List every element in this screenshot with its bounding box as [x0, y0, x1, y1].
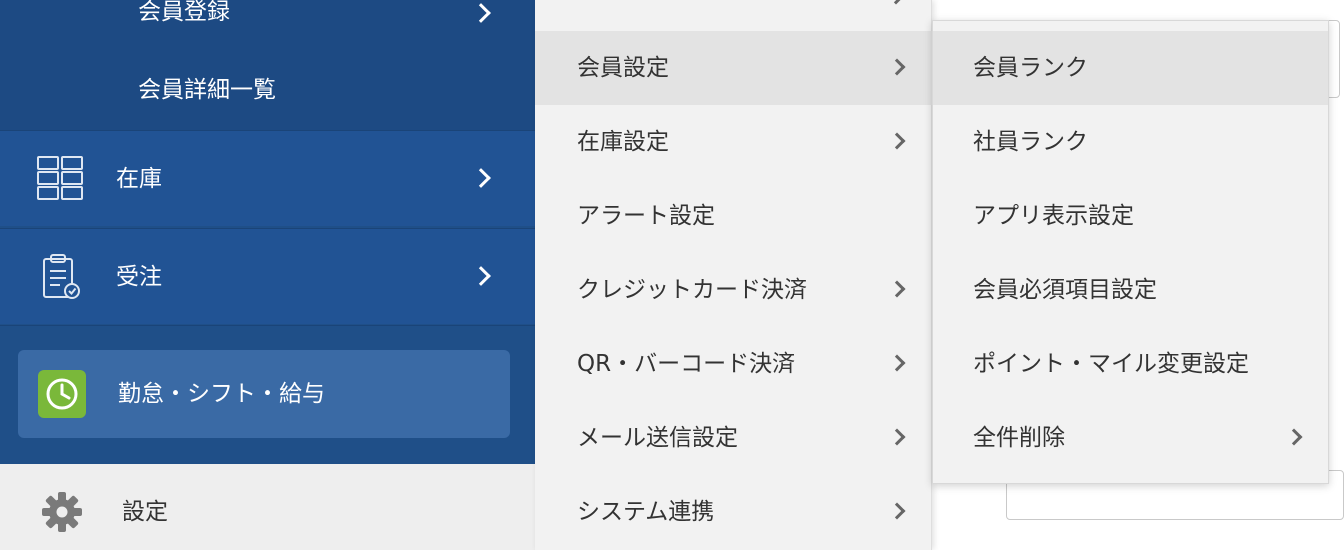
menu-item-label: アラート設定	[577, 203, 715, 229]
menu-item-app-display[interactable]: アプリ表示設定	[933, 179, 1328, 253]
menu-item-credit-card[interactable]: クレジットカード決済	[535, 253, 932, 327]
menu-item-label: 会員ランク	[973, 55, 1088, 81]
settings-menu: 会員設定 在庫設定 アラート設定 クレジットカード決済 QR・バーコード決済 メ…	[535, 0, 932, 550]
menu-item-system-integration[interactable]: システム連携	[535, 475, 932, 549]
sidebar-item-label: 設定	[122, 499, 168, 525]
sidebar-subitem-member-register[interactable]: 会員登録	[0, 0, 535, 40]
menu-item-partial-top[interactable]	[535, 0, 932, 30]
menu-item-label: 会員設定	[577, 55, 669, 81]
menu-item-label: 全件削除	[973, 425, 1065, 451]
menu-item-member-settings[interactable]: 会員設定	[535, 31, 932, 105]
chevron-right-icon	[888, 58, 906, 76]
chevron-right-icon	[888, 428, 906, 446]
sidebar-item-orders[interactable]: 受注	[0, 228, 535, 324]
menu-item-label: システム連携	[577, 499, 715, 525]
menu-item-label: 在庫設定	[577, 129, 669, 155]
sidebar-item-attendance[interactable]: 勤怠・シフト・給与	[18, 350, 510, 438]
menu-item-employee-rank[interactable]: 社員ランク	[933, 105, 1328, 179]
menu-item-point-mile[interactable]: ポイント・マイル変更設定	[933, 327, 1328, 401]
menu-item-label: ポイント・マイル変更設定	[973, 351, 1249, 377]
sidebar-item-label: 勤怠・シフト・給与	[118, 381, 325, 407]
chevron-right-icon	[471, 266, 491, 286]
chevron-right-icon	[888, 502, 906, 520]
menu-item-label: QR・バーコード決済	[577, 351, 796, 377]
menu-item-delete-all[interactable]: 全件削除	[933, 401, 1328, 475]
sidebar-subitem-label: 会員登録	[138, 0, 230, 25]
menu-item-label: 社員ランク	[973, 129, 1088, 155]
sidebar-item-settings[interactable]: 設定	[0, 464, 535, 550]
menu-item-mail-settings[interactable]: メール送信設定	[535, 401, 932, 475]
menu-item-inventory-settings[interactable]: 在庫設定	[535, 105, 932, 179]
gear-icon	[42, 492, 82, 532]
chevron-right-icon	[471, 3, 491, 23]
menu-item-member-rank[interactable]: 会員ランク	[933, 31, 1328, 105]
menu-item-label: メール送信設定	[577, 425, 738, 451]
sidebar-subitem-member-list[interactable]: 会員詳細一覧	[0, 68, 535, 112]
menu-item-qr-payment[interactable]: QR・バーコード決済	[535, 327, 932, 401]
menu-item-alert-settings[interactable]: アラート設定	[535, 179, 932, 253]
chevron-right-icon	[888, 354, 906, 372]
sidebar-submenu: 会員登録 会員詳細一覧	[0, 0, 535, 130]
member-settings-submenu: 会員ランク 社員ランク アプリ表示設定 会員必須項目設定 ポイント・マイル変更設…	[932, 20, 1329, 484]
clipboard-icon	[43, 254, 80, 299]
sidebar-item-label: 受注	[116, 264, 162, 290]
sidebar-item-label: 在庫	[116, 166, 162, 192]
sidebar-item-inventory[interactable]: 在庫	[0, 130, 535, 226]
menu-item-label: アプリ表示設定	[973, 203, 1134, 229]
chevron-right-icon	[887, 0, 905, 5]
menu-item-required-fields[interactable]: 会員必須項目設定	[933, 253, 1328, 327]
menu-item-label: 会員必須項目設定	[973, 277, 1157, 303]
menu-item-label: クレジットカード決済	[577, 277, 807, 303]
chevron-right-icon	[888, 132, 906, 150]
chevron-right-icon	[471, 168, 491, 188]
sidebar: 会員登録 会員詳細一覧 在庫 受注 勤怠・シフト・給与 設定	[0, 0, 535, 550]
clock-icon	[38, 370, 86, 418]
inventory-icon	[37, 156, 83, 200]
chevron-right-icon	[888, 280, 906, 298]
sidebar-subitem-label: 会員詳細一覧	[138, 77, 276, 103]
chevron-right-icon	[1285, 428, 1303, 446]
